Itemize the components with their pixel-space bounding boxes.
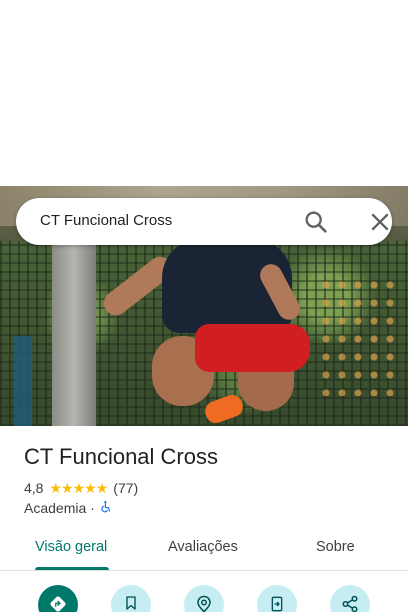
close-icon[interactable] [366,208,394,236]
active-tab-indicator [35,567,109,570]
rating-row[interactable]: 4,8 ★ ★ ★ ★ ★ (77) [24,479,138,497]
place-title: CT Funcional Cross [24,444,218,469]
directions-button[interactable] [38,585,78,612]
search-icon[interactable] [302,208,330,236]
search-bar[interactable]: CT Funcional Cross [16,198,392,245]
search-input[interactable]: CT Funcional Cross [40,212,172,229]
send-to-phone-button[interactable] [257,585,297,612]
send-to-phone-icon [271,596,283,612]
tab-overview[interactable]: Visão geral [35,539,107,555]
share-icon [342,595,358,612]
star-rating: ★ ★ ★ ★ ★ [49,480,109,496]
category-label[interactable]: Academia [24,500,86,516]
directions-icon [50,596,66,612]
save-button[interactable] [111,585,151,612]
category-row: Academia · [24,499,113,517]
nearby-button[interactable] [184,585,224,612]
tab-reviews[interactable]: Avaliações [168,539,238,555]
separator: · [90,500,95,516]
wheelchair-icon [99,500,113,517]
map-blank-area [0,0,408,186]
bookmark-icon [126,596,136,610]
tab-about[interactable]: Sobre [316,539,355,555]
action-buttons [0,584,408,612]
nearby-icon [197,595,211,612]
share-button[interactable] [330,585,370,612]
star-icon: ★ [95,480,109,496]
rating-value: 4,8 [24,480,44,496]
tab-bar: Visão geral Avaliações Sobre [0,528,408,571]
review-count[interactable]: (77) [113,480,138,496]
